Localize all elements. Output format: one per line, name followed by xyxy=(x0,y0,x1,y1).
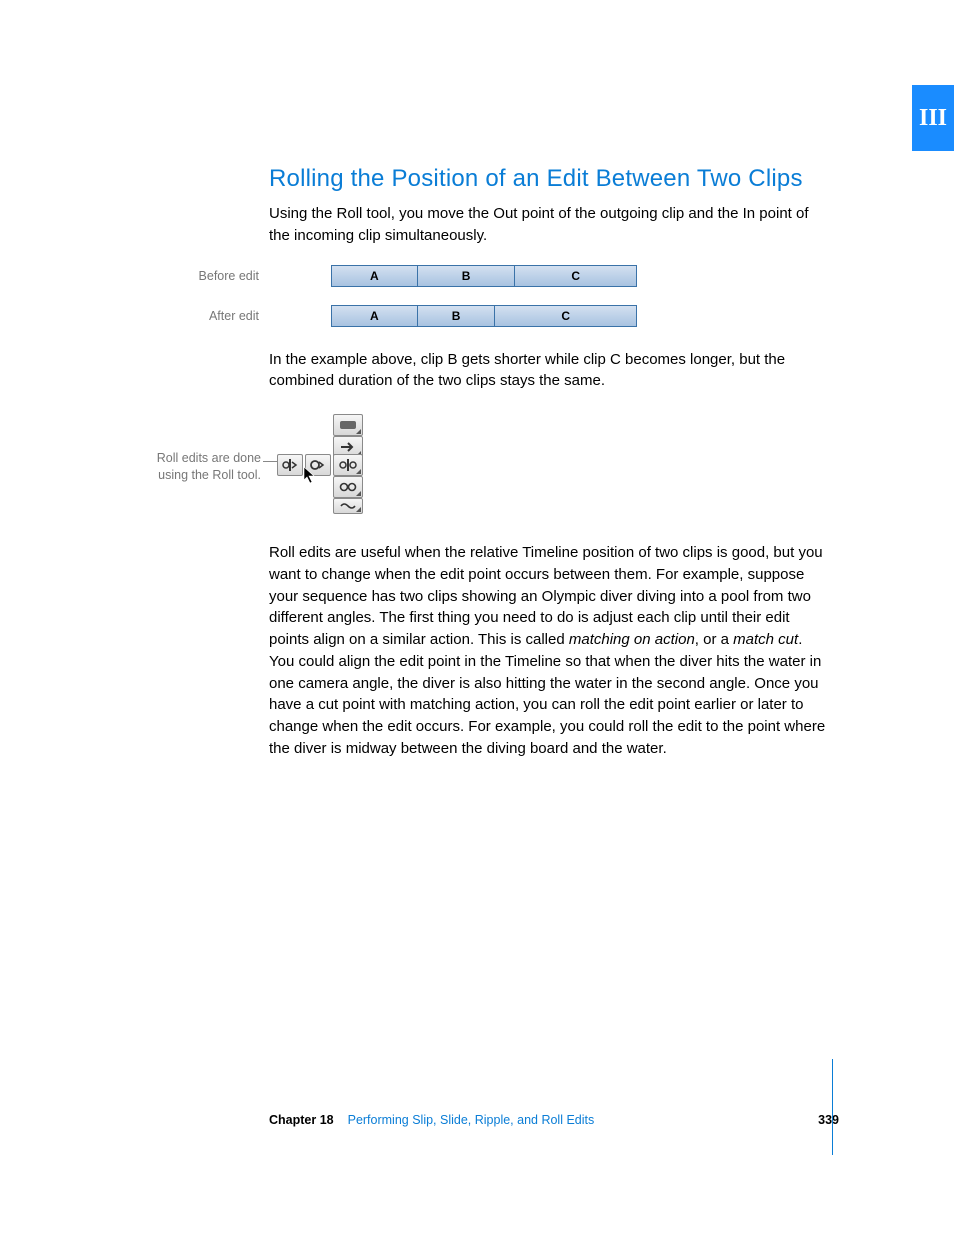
after-row: After edit ABC xyxy=(269,305,829,327)
track-after: ABC xyxy=(331,305,637,327)
clip-B: B xyxy=(418,266,516,286)
body-mid1: , or a xyxy=(695,631,733,648)
tool-figure: Roll edits are done using the Roll tool. xyxy=(269,414,829,514)
content-area: Rolling the Position of an Edit Between … xyxy=(269,165,829,778)
clip-A: A xyxy=(332,266,418,286)
part-tab: III xyxy=(912,85,954,151)
chapter-title: Performing Slip, Slide, Ripple, and Roll… xyxy=(348,1113,595,1127)
section-heading: Rolling the Position of an Edit Between … xyxy=(269,165,829,193)
body-em2: match cut xyxy=(733,631,798,648)
roll-tool-icon xyxy=(333,454,363,476)
before-label: Before edit xyxy=(139,269,269,283)
callout-leader-line xyxy=(263,461,277,462)
after-label: After edit xyxy=(139,309,269,323)
chapter-label: Chapter 18 xyxy=(269,1113,334,1127)
before-after-diagram: Before edit ABC After edit ABC xyxy=(269,265,829,327)
body-post: . You could align the edit point in the … xyxy=(269,631,825,757)
body-paragraph: Roll edits are useful when the relative … xyxy=(269,542,829,760)
intro-paragraph: Using the Roll tool, you move the Out po… xyxy=(269,203,829,247)
clip-B: B xyxy=(418,306,496,326)
slip-tool-icon xyxy=(333,476,363,498)
tool-palette xyxy=(277,414,367,514)
body-em1: matching on action xyxy=(569,631,695,648)
tool-callout-text: Roll edits are done using the Roll tool. xyxy=(126,450,261,484)
select-tool-icon xyxy=(333,414,363,436)
page-footer: Chapter 18 Performing Slip, Slide, Rippl… xyxy=(269,1113,839,1127)
cursor-icon xyxy=(303,466,317,484)
roll-tool-left-icon xyxy=(277,454,303,476)
clip-C: C xyxy=(515,266,636,286)
clip-A: A xyxy=(332,306,418,326)
track-before: ABC xyxy=(331,265,637,287)
before-row: Before edit ABC xyxy=(269,265,829,287)
clip-C: C xyxy=(495,306,636,326)
slide-tool-icon xyxy=(333,498,363,514)
footer-rule xyxy=(832,1059,833,1155)
page-number: 339 xyxy=(818,1113,839,1127)
example-note: In the example above, clip B gets shorte… xyxy=(269,349,829,393)
